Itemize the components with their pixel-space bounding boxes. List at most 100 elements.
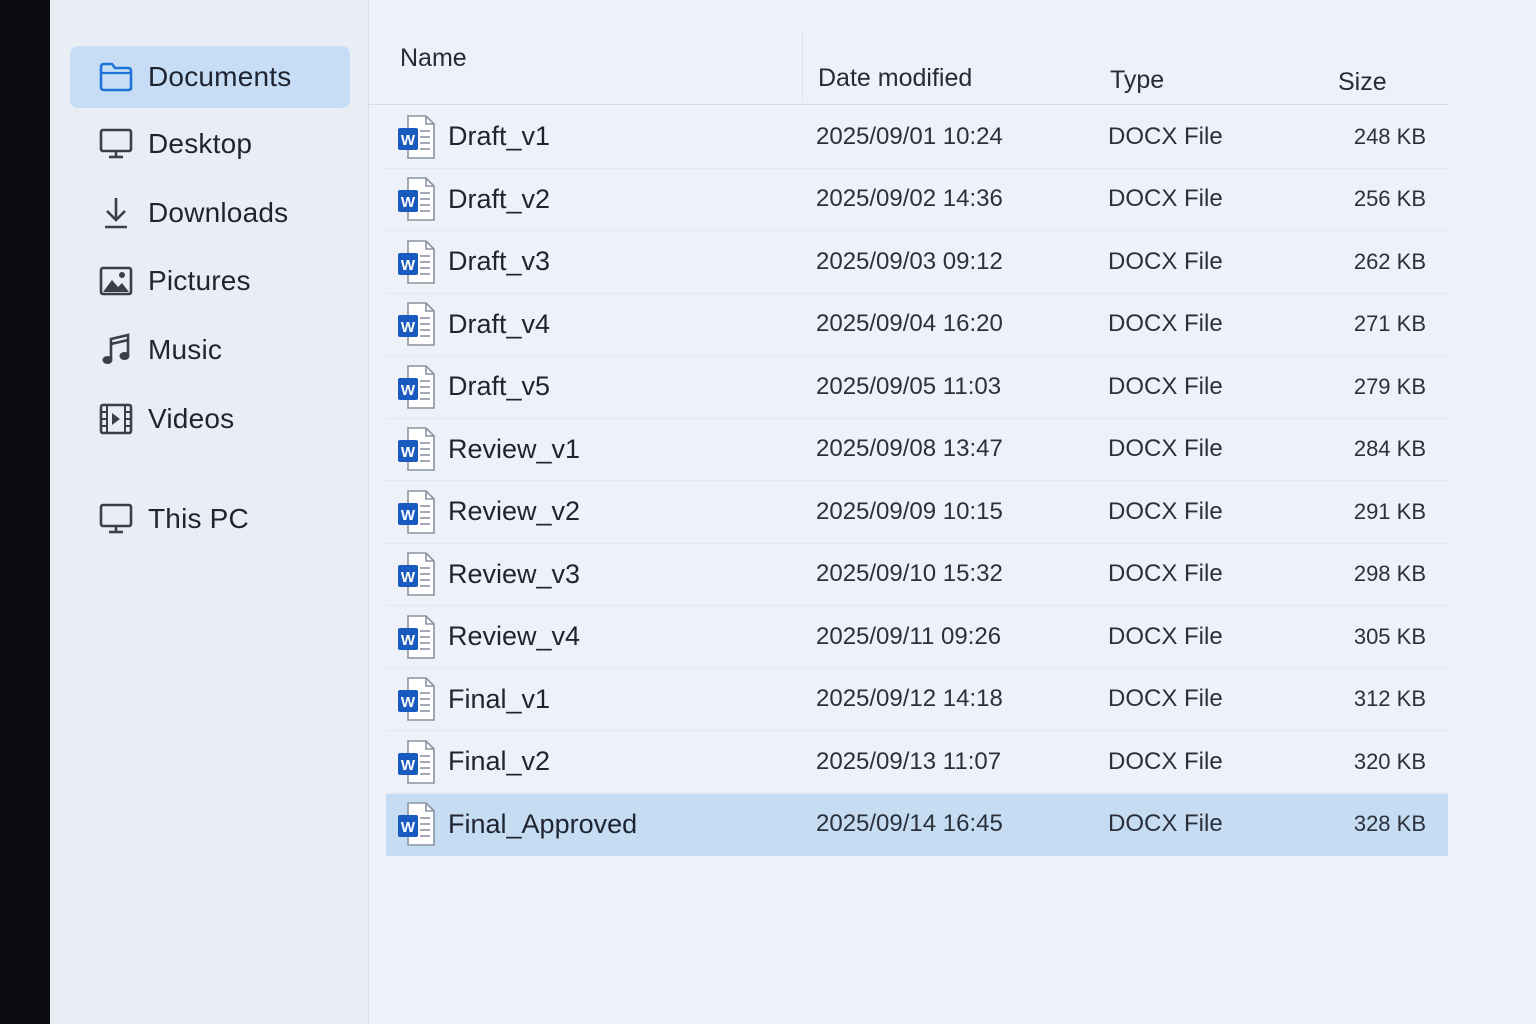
- file-list-pane: Name Date modified Type Size W Draft_v1 20…: [368, 0, 1536, 1024]
- file-type: DOCX File: [1108, 185, 1223, 213]
- word-document-icon: W: [396, 169, 436, 231]
- sidebar-item-label: This PC: [148, 503, 249, 534]
- pictures-icon: [96, 261, 136, 301]
- file-type: DOCX File: [1108, 622, 1223, 650]
- sidebar-item-videos[interactable]: Videos: [70, 388, 350, 450]
- sidebar-item-documents[interactable]: Documents: [70, 46, 350, 108]
- file-list: W Draft_v1 2025/09/01 10:24 DOCX File 248 KB…: [386, 106, 1448, 856]
- sidebar-item-label: Music: [148, 334, 223, 365]
- navigation-pane: Documents Desktop Downloads Pictures Mus…: [50, 0, 369, 1024]
- svg-text:W: W: [401, 132, 416, 149]
- file-type: DOCX File: [1108, 310, 1223, 338]
- sidebar-item-downloads[interactable]: Downloads: [70, 182, 350, 244]
- file-date-modified: 2025/09/10 15:32: [816, 560, 1003, 588]
- sidebar-item-label: Videos: [148, 403, 235, 434]
- file-date-modified: 2025/09/09 10:15: [816, 497, 1003, 525]
- music-icon: [96, 330, 136, 370]
- column-header-row: Name Date modified Type Size: [368, 28, 1448, 105]
- file-size: 248 KB: [1353, 123, 1426, 149]
- file-row[interactable]: W Review_v4 2025/09/11 09:26 DOCX File 305 K…: [386, 606, 1448, 669]
- sidebar-item-label: Documents: [148, 61, 292, 92]
- file-name: Draft_v4: [448, 308, 551, 339]
- file-row[interactable]: W Draft_v4 2025/09/04 16:20 DOCX File 271 KB: [386, 294, 1448, 356]
- file-size: 256 KB: [1353, 186, 1426, 212]
- word-document-icon: W: [396, 544, 436, 606]
- file-type: DOCX File: [1108, 747, 1223, 775]
- file-type: DOCX File: [1108, 122, 1223, 150]
- svg-text:W: W: [401, 444, 416, 461]
- file-size: 312 KB: [1353, 686, 1426, 712]
- column-header-date-modified[interactable]: Date modified: [818, 64, 972, 93]
- file-date-modified: 2025/09/05 11:03: [816, 372, 1002, 400]
- file-size: 279 KB: [1353, 373, 1426, 399]
- file-type: DOCX File: [1108, 372, 1223, 400]
- sidebar-item-music[interactable]: Music: [70, 319, 350, 381]
- svg-text:W: W: [401, 257, 416, 274]
- file-row[interactable]: W Draft_v1 2025/09/01 10:24 DOCX File 248 KB: [386, 106, 1448, 169]
- svg-text:W: W: [401, 319, 416, 336]
- column-header-name[interactable]: Name: [400, 44, 467, 73]
- file-name: Review_v2: [448, 496, 581, 527]
- file-row[interactable]: W Final_v2 2025/09/13 11:07 DOCX File 320 KB: [386, 731, 1448, 794]
- file-name: Draft_v5: [448, 371, 551, 402]
- sidebar-item-label: Desktop: [148, 128, 253, 159]
- svg-text:W: W: [401, 507, 416, 524]
- videos-icon: [96, 399, 136, 439]
- word-document-icon: W: [396, 231, 436, 293]
- sidebar-item-this-pc[interactable]: This PC: [70, 488, 350, 550]
- word-document-icon: W: [396, 106, 436, 168]
- file-size: 271 KB: [1353, 311, 1426, 337]
- file-name: Final_v1: [448, 683, 551, 714]
- word-document-icon: W: [396, 606, 436, 668]
- file-name: Draft_v1: [448, 121, 551, 152]
- file-name: Draft_v2: [448, 183, 551, 214]
- file-name: Review_v1: [448, 433, 581, 464]
- file-name: Final_Approved: [448, 808, 638, 839]
- file-row[interactable]: W Review_v2 2025/09/09 10:15 DOCX File 291 K…: [386, 481, 1448, 544]
- file-date-modified: 2025/09/02 14:36: [816, 185, 1003, 213]
- desktop-icon: [96, 124, 136, 164]
- file-date-modified: 2025/09/13 11:07: [816, 747, 1002, 775]
- file-row[interactable]: W Draft_v5 2025/09/05 11:03 DOCX File 279 KB: [386, 356, 1448, 419]
- svg-text:W: W: [401, 382, 416, 399]
- file-row[interactable]: W Final_Approved 2025/09/14 16:45 DOCX File…: [386, 793, 1448, 856]
- folder-icon: [96, 57, 136, 97]
- file-row[interactable]: W Review_v1 2025/09/08 13:47 DOCX File 284 K…: [386, 419, 1448, 481]
- file-type: DOCX File: [1108, 497, 1223, 525]
- file-row[interactable]: W Review_v3 2025/09/10 15:32 DOCX File 298 K…: [386, 544, 1448, 606]
- file-type: DOCX File: [1108, 247, 1223, 275]
- svg-text:W: W: [401, 694, 416, 711]
- file-type: DOCX File: [1108, 810, 1223, 838]
- file-size: 284 KB: [1353, 436, 1426, 462]
- file-row[interactable]: W Draft_v2 2025/09/02 14:36 DOCX File 256 KB: [386, 169, 1448, 231]
- this-pc-icon: [96, 499, 136, 539]
- file-row[interactable]: W Draft_v3 2025/09/03 09:12 DOCX File 262 KB: [386, 231, 1448, 294]
- svg-text:W: W: [401, 194, 416, 211]
- column-header-size[interactable]: Size: [1338, 68, 1387, 97]
- file-date-modified: 2025/09/08 13:47: [816, 435, 1003, 463]
- file-date-modified: 2025/09/04 16:20: [816, 310, 1003, 338]
- file-explorer-window: Documents Desktop Downloads Pictures Mus…: [50, 0, 1536, 1024]
- svg-text:W: W: [401, 632, 416, 649]
- file-row[interactable]: W Final_v1 2025/09/12 14:18 DOCX File 312 KB: [386, 669, 1448, 731]
- column-divider[interactable]: [802, 32, 803, 100]
- sidebar-item-label: Pictures: [148, 265, 251, 296]
- file-date-modified: 2025/09/11 09:26: [816, 622, 1002, 650]
- word-document-icon: W: [396, 419, 436, 481]
- download-icon: [96, 193, 136, 233]
- file-name: Review_v3: [448, 558, 581, 589]
- file-size: 320 KB: [1353, 748, 1426, 774]
- column-header-type[interactable]: Type: [1110, 66, 1164, 95]
- svg-text:W: W: [401, 569, 416, 586]
- sidebar-item-desktop[interactable]: Desktop: [70, 113, 350, 175]
- sidebar-item-pictures[interactable]: Pictures: [70, 250, 350, 312]
- file-date-modified: 2025/09/01 10:24: [816, 122, 1003, 150]
- file-date-modified: 2025/09/12 14:18: [816, 685, 1003, 713]
- word-document-icon: W: [396, 481, 436, 543]
- file-size: 305 KB: [1353, 623, 1426, 649]
- file-size: 298 KB: [1353, 561, 1426, 587]
- file-name: Draft_v3: [448, 246, 551, 277]
- file-date-modified: 2025/09/14 16:45: [816, 810, 1003, 838]
- file-size: 262 KB: [1353, 248, 1426, 274]
- word-document-icon: W: [396, 294, 436, 356]
